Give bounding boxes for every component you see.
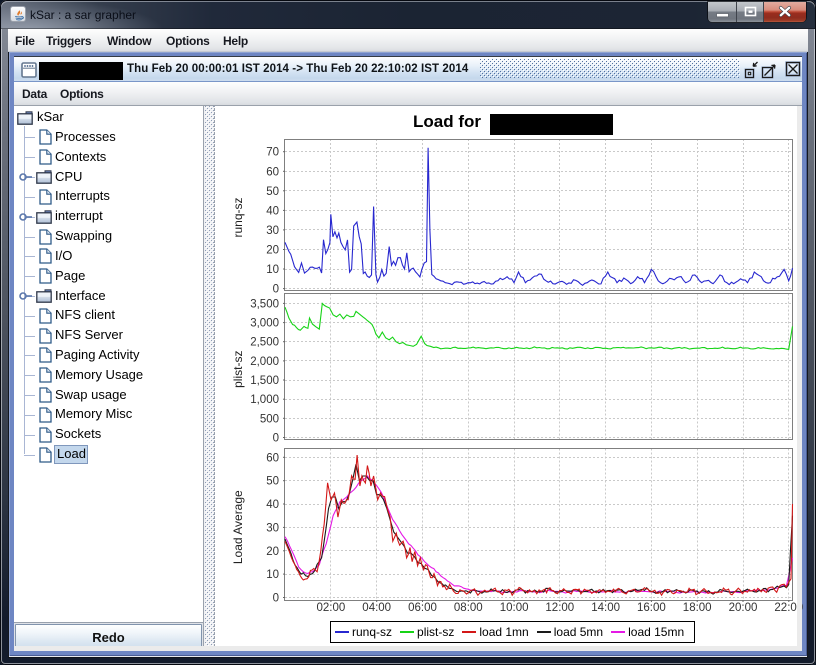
svg-text:0: 0 xyxy=(273,593,279,605)
svg-text:02:00: 02:00 xyxy=(317,602,346,614)
svg-text:30: 30 xyxy=(266,522,279,534)
svg-text:60: 60 xyxy=(266,166,279,178)
svg-text:20:00: 20:00 xyxy=(729,602,758,614)
svg-text:0: 0 xyxy=(273,284,279,296)
svg-text:3,500: 3,500 xyxy=(250,298,279,310)
svg-text:2,500: 2,500 xyxy=(250,337,279,349)
svg-text:50: 50 xyxy=(266,186,279,198)
svg-text:04:00: 04:00 xyxy=(362,602,391,614)
svg-text:3,000: 3,000 xyxy=(250,318,279,330)
svg-text:10: 10 xyxy=(266,569,279,581)
svg-text:plist-sz: plist-sz xyxy=(231,351,245,388)
svg-text:08:00: 08:00 xyxy=(454,602,483,614)
svg-text:500: 500 xyxy=(260,413,279,425)
svg-text:40: 40 xyxy=(266,499,279,511)
svg-text:06:00: 06:00 xyxy=(408,602,437,614)
svg-text:20: 20 xyxy=(266,546,279,558)
svg-text:1,500: 1,500 xyxy=(250,375,279,387)
svg-text:20: 20 xyxy=(266,245,279,257)
svg-text:12:00: 12:00 xyxy=(545,602,574,614)
svg-text:40: 40 xyxy=(266,205,279,217)
svg-text:30: 30 xyxy=(266,225,279,237)
svg-text:1,000: 1,000 xyxy=(250,394,279,406)
svg-text:10: 10 xyxy=(266,264,279,276)
svg-text:70: 70 xyxy=(266,147,279,159)
svg-text:60: 60 xyxy=(266,452,279,464)
svg-text:14:00: 14:00 xyxy=(591,602,620,614)
svg-text:50: 50 xyxy=(266,476,279,488)
svg-text:16:00: 16:00 xyxy=(637,602,666,614)
svg-text:0: 0 xyxy=(273,433,279,445)
svg-text:10:00: 10:00 xyxy=(500,602,529,614)
svg-text:2,000: 2,000 xyxy=(250,356,279,368)
svg-text:18:00: 18:00 xyxy=(683,602,712,614)
svg-text:runq-sz: runq-sz xyxy=(231,197,245,237)
svg-text:Load Average: Load Average xyxy=(231,490,245,564)
